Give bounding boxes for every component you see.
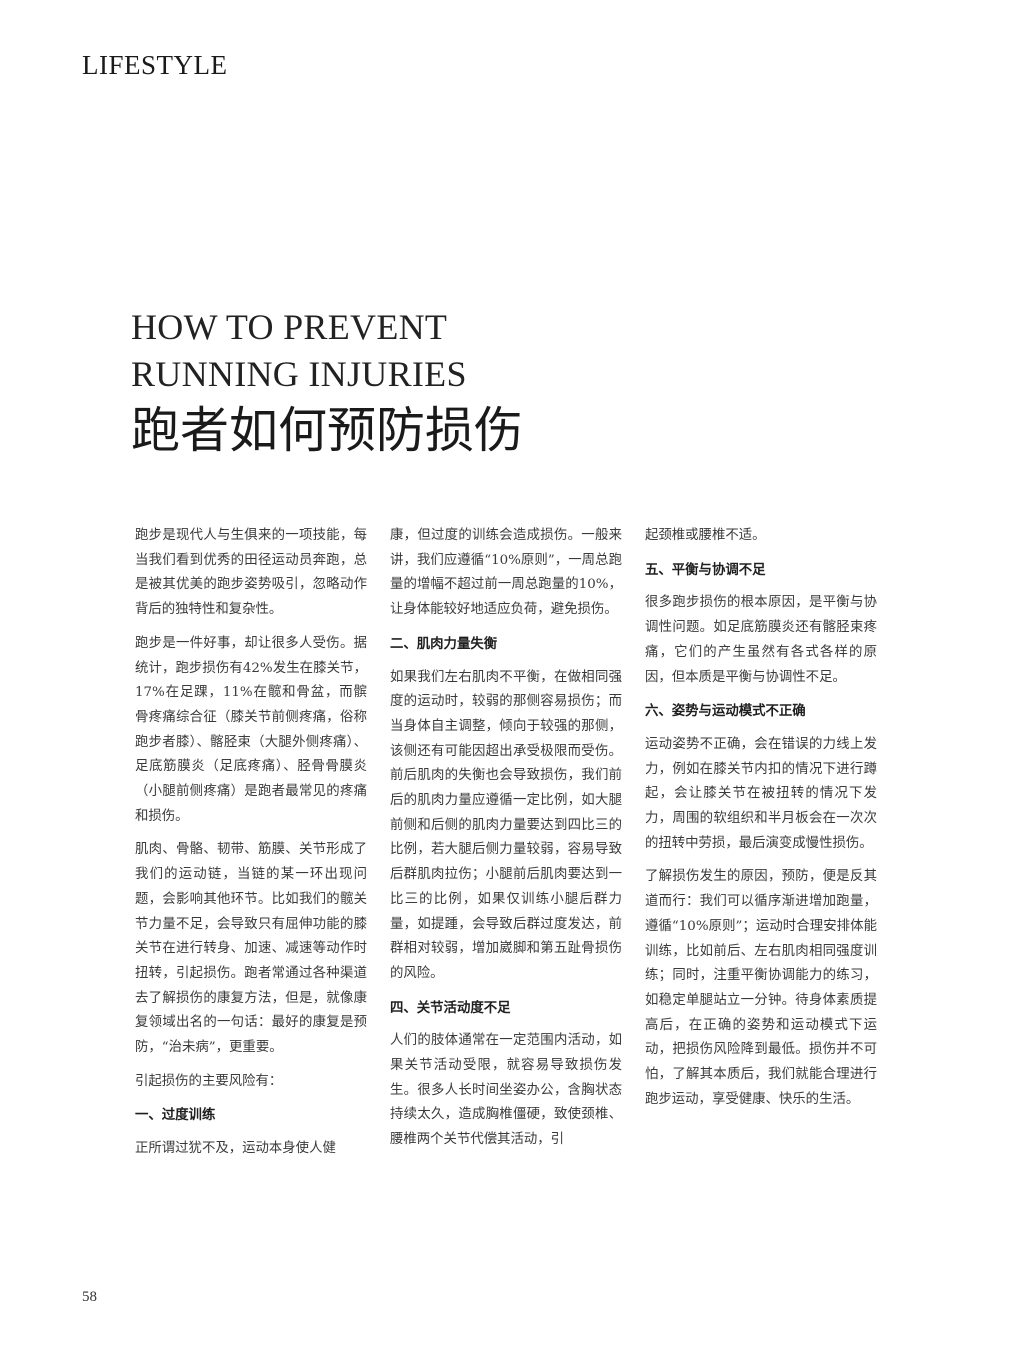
- paragraph: 跑步是现代人与生俱来的一项技能，每当我们看到优秀的田径运动员奔跑，总是被其优美的…: [135, 528, 367, 618]
- section-label: LIFESTYLE: [82, 50, 228, 80]
- section-heading: 六、姿势与运动模式不正确: [645, 703, 806, 720]
- paragraph: 人们的肢体通常在一定范围内活动，如果关节活动受限，就容易导致损伤发生。很多人长时…: [390, 1033, 622, 1148]
- paragraph: 运动姿势不正确，会在错误的力线上发力，例如在膝关节内扣的情况下进行蹲起，会让膝关…: [645, 736, 877, 851]
- paragraph: 肌肉、骨骼、韧带、筋膜、关节形成了我们的运动链，当链的某一环出现问题，会影响其他…: [135, 842, 367, 1056]
- section-heading: 四、关节活动度不足: [390, 999, 511, 1016]
- paragraph: 正所谓过犹不及，运动本身使人健: [135, 1141, 336, 1157]
- text-column-1: 跑步是现代人与生俱来的一项技能，每当我们看到优秀的田径运动员奔跑，总是被其优美的…: [135, 524, 367, 1171]
- section-heading: 一、过度训练: [135, 1107, 216, 1124]
- paragraph: 如果我们左右肌肉不平衡，在做相同强度的运动时，较弱的那侧容易损伤；而当身体自主调…: [390, 669, 622, 981]
- paragraph: 跑步是一件好事，却让很多人受伤。据统计，跑步损伤有42%发生在膝关节，17%在足…: [135, 635, 367, 824]
- section-heading: 二、肌肉力量失衡: [390, 635, 498, 652]
- paragraph: 起颈椎或腰椎不适。: [645, 528, 766, 543]
- paragraph: 引起损伤的主要风险有：: [135, 1073, 283, 1089]
- paragraph: 康，但过度的训练会造成损伤。一般来讲，我们应遵循“10%原则”，一周总跑量的增幅…: [390, 528, 622, 618]
- text-column-2: 康，但过度的训练会造成损伤。一般来讲，我们应遵循“10%原则”，一周总跑量的增幅…: [390, 524, 622, 1162]
- section-heading: 五、平衡与协调不足: [645, 561, 766, 578]
- paragraph: 了解损伤发生的原因，预防，便是反其道而行：我们可以循序渐进增加跑量，遵循“10%…: [645, 869, 877, 1107]
- paragraph: 很多跑步损伤的根本原因，是平衡与协调性问题。如足底筋膜炎还有髂胫束疼痛，它们的产…: [645, 595, 877, 685]
- article-title: HOW TO PREVENT RUNNING INJURIES 跑者如何预防损伤: [131, 304, 523, 462]
- title-chinese: 跑者如何预防损伤: [131, 402, 524, 459]
- title-english-line-1: HOW TO PREVENT: [131, 307, 448, 347]
- title-english-line-2: RUNNING INJURIES: [131, 354, 467, 394]
- page-number: 58: [82, 1289, 97, 1305]
- text-column-3: 起颈椎或腰椎不适。 五、平衡与协调不足 很多跑步损伤的根本原因，是平衡与协调性问…: [645, 524, 877, 1121]
